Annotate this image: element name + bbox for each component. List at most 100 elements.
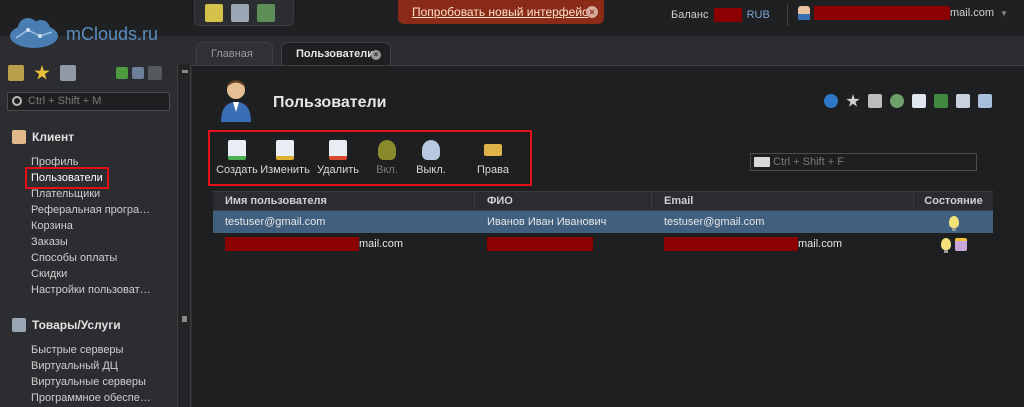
tree-icon[interactable] <box>8 65 24 81</box>
cell-username: testuser@gmail.com <box>225 216 326 228</box>
star-icon[interactable] <box>34 65 50 80</box>
sidebar-splitter[interactable] <box>177 64 191 407</box>
redacted-block <box>664 237 798 252</box>
edit-button[interactable]: Изменить <box>260 140 310 176</box>
tab-main[interactable]: Главная <box>196 42 273 66</box>
sidebar-item-profile[interactable]: Профиль <box>31 154 151 170</box>
dashboard-icon[interactable] <box>60 65 76 81</box>
cell-status <box>914 233 993 255</box>
enable-button-label: Вкл. <box>376 164 398 176</box>
delete-button-label: Удалить <box>317 164 359 176</box>
goods-nav: Быстрые серверы Виртуальный ДЦ Виртуальн… <box>31 342 151 406</box>
table-header: Имя пользователя ФИО Email Состояние <box>213 191 993 211</box>
logo[interactable]: mClouds.ru <box>8 14 168 50</box>
rights-button[interactable]: Права <box>476 140 510 176</box>
coins-icon[interactable] <box>205 3 223 22</box>
section-client[interactable]: Клиент <box>12 130 74 144</box>
cloud-logo-icon <box>10 18 58 48</box>
collapse-arrow-icon[interactable] <box>182 316 187 322</box>
action-toolbar: Создать Изменить Удалить Вкл. Выкл. Прав… <box>208 130 532 186</box>
client-nav: Профиль Пользователи Плательщики Реферал… <box>25 154 151 298</box>
expand-icon[interactable] <box>116 67 128 79</box>
rights-button-label: Права <box>477 164 509 176</box>
sidebar-item-referral[interactable]: Реферальная програ… <box>31 202 151 218</box>
excel-icon[interactable] <box>934 94 948 108</box>
tab-users[interactable]: Пользователи × <box>281 42 391 66</box>
sidebar: Ctrl + Shift + M Клиент Профиль Пользова… <box>0 55 178 407</box>
col-username[interactable]: Имя пользователя <box>213 192 475 210</box>
menu-search-input[interactable]: Ctrl + Shift + M <box>7 92 170 111</box>
section-client-title: Клиент <box>32 130 75 144</box>
chevron-down-icon[interactable]: ▼ <box>1000 9 1008 18</box>
sidebar-item-fast-servers[interactable]: Быстрые серверы <box>31 342 151 358</box>
close-tab-icon[interactable]: × <box>371 50 381 60</box>
disable-button[interactable]: Выкл. <box>414 140 448 176</box>
network-icon[interactable] <box>257 3 275 22</box>
keyboard-icon <box>754 157 770 167</box>
user-icon <box>12 130 26 144</box>
redacted-block <box>487 237 593 252</box>
balance-currency: RUB <box>746 8 770 21</box>
key-icon <box>484 144 502 156</box>
table-row[interactable]: testuser@gmail.com Иванов Иван Иванович … <box>213 211 993 233</box>
print-icon[interactable] <box>956 94 970 108</box>
admin-icon <box>954 237 967 251</box>
sidebar-item-software[interactable]: Программное обеспе… <box>31 390 151 406</box>
table-settings-icon[interactable] <box>978 94 992 108</box>
sidebar-item-cart[interactable]: Корзина <box>31 218 151 234</box>
col-email[interactable]: Email <box>652 192 914 210</box>
table-filter-input[interactable]: Ctrl + Shift + F <box>750 153 977 171</box>
balance-label: Баланс <box>671 8 709 21</box>
page-title: Пользователи <box>273 94 387 111</box>
sidebar-item-users[interactable]: Пользователи <box>25 167 109 189</box>
sidebar-item-user-settings[interactable]: Настройки пользоват… <box>31 282 151 298</box>
pin-icon[interactable] <box>868 94 882 108</box>
table-filter-placeholder: Ctrl + Shift + F <box>773 156 844 168</box>
tab-main-label: Главная <box>211 48 253 60</box>
delete-document-icon <box>329 140 347 160</box>
user-avatar-icon <box>221 80 251 122</box>
content-panel: Пользователи Создать Изменить Удалить Вк… <box>192 65 1024 407</box>
sidebar-item-virtual-servers[interactable]: Виртуальные серверы <box>31 374 151 390</box>
create-button-label: Создать <box>216 164 258 176</box>
splitter-grip-icon <box>182 70 188 73</box>
cell-email: mail.com <box>652 233 914 255</box>
collapse-icon[interactable] <box>132 67 144 79</box>
cell-fio: Иванов Иван Иванович <box>487 216 607 228</box>
cell-status <box>914 211 993 233</box>
sidebar-toolbar <box>8 65 162 81</box>
balance-redacted <box>713 8 742 22</box>
close-icon[interactable]: × <box>586 6 598 18</box>
table-row[interactable]: mail.com mail.com <box>213 233 993 255</box>
delete-button[interactable]: Удалить <box>316 140 360 176</box>
server-icon[interactable] <box>231 3 249 22</box>
server-stack-icon <box>12 318 26 332</box>
user-menu[interactable]: mail.com ▼ <box>798 6 1008 20</box>
settings-icon[interactable] <box>890 94 904 108</box>
divider <box>787 4 788 26</box>
sidebar-item-virtual-dc[interactable]: Виртуальный ДЦ <box>31 358 151 374</box>
document-icon[interactable] <box>912 94 926 108</box>
enable-button[interactable]: Вкл. <box>372 140 402 176</box>
search-icon <box>12 96 22 106</box>
sidebar-item-payers[interactable]: Плательщики <box>31 186 151 202</box>
menu-search-placeholder: Ctrl + Shift + M <box>28 95 102 107</box>
try-new-interface-link[interactable]: Попробовать новый интерфейс <box>412 5 588 19</box>
brand-name: mClouds.ru <box>66 24 159 44</box>
try-new-interface-banner[interactable]: Попробовать новый интерфейс × <box>398 0 604 24</box>
cell-username-suffix: mail.com <box>359 238 404 250</box>
sidebar-item-orders[interactable]: Заказы <box>31 234 151 250</box>
star-icon[interactable] <box>846 94 860 107</box>
refresh-icon[interactable] <box>824 94 838 108</box>
col-fio[interactable]: ФИО <box>475 192 652 210</box>
bulb-on-icon <box>948 216 959 232</box>
add-document-icon <box>228 140 246 160</box>
user-icon <box>798 6 810 20</box>
sidebar-item-payment-methods[interactable]: Способы оплаты <box>31 250 151 266</box>
section-goods[interactable]: Товары/Услуги <box>12 318 121 332</box>
user-email-suffix: mail.com <box>950 7 995 19</box>
pin-icon[interactable] <box>148 66 162 80</box>
create-button[interactable]: Создать <box>216 140 258 176</box>
col-status[interactable]: Состояние <box>914 192 993 210</box>
sidebar-item-discounts[interactable]: Скидки <box>31 266 151 282</box>
